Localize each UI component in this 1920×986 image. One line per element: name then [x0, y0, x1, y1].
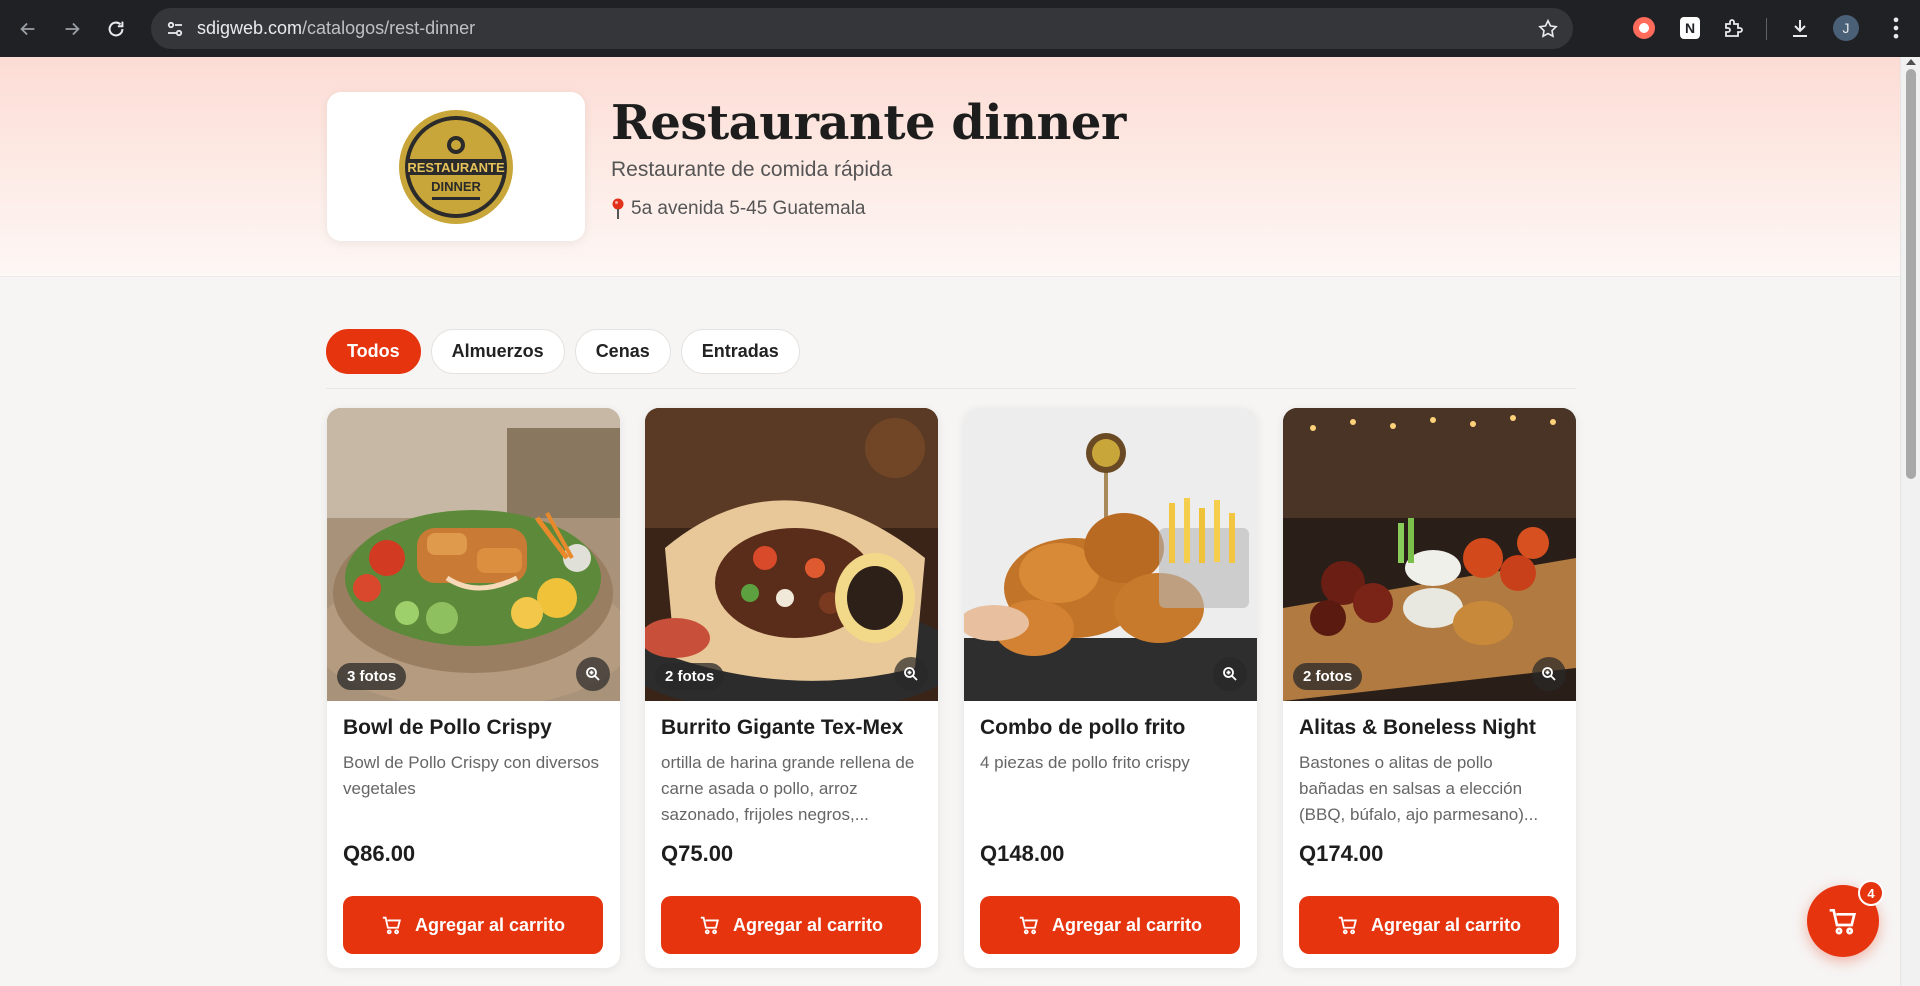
- add-to-cart-label: Agregar al carrito: [414, 914, 566, 935]
- product-title: Alitas & Boneless Night: [1299, 716, 1536, 739]
- add-to-cart-button[interactable]: Agregar al carrito: [343, 896, 603, 954]
- scroll-up-arrow[interactable]: [1906, 59, 1916, 65]
- product-card: Combo de pollo frito 4 piezas de pollo f…: [964, 408, 1257, 968]
- tab-todos[interactable]: Todos: [326, 329, 421, 374]
- url-text: sdigweb.com/catalogos/rest-dinner: [197, 18, 476, 38]
- product-description: 4 piezas de pollo frito crispy: [980, 753, 1190, 772]
- zoom-icon[interactable]: [576, 657, 610, 691]
- product-photo: [964, 408, 1257, 701]
- tab-cenas[interactable]: Cenas: [574, 329, 671, 374]
- photo-count-badge: 2 fotos: [1293, 663, 1363, 690]
- tab-entradas[interactable]: Entradas: [680, 329, 800, 374]
- profile-avatar[interactable]: J: [1833, 15, 1859, 41]
- product-photo: [1283, 408, 1576, 701]
- product-description: Bastones o alitas de pollo bañadas en sa…: [1299, 753, 1539, 824]
- product-description: Bowl de Pollo Crispy con diversos vegeta…: [343, 753, 600, 798]
- svg-text:RESTAURANTE: RESTAURANTE: [407, 160, 505, 175]
- photo-count-badge: 3 fotos: [337, 663, 407, 690]
- page-scrollbar[interactable]: [1900, 57, 1920, 986]
- scrollbar-thumb[interactable]: [1906, 69, 1916, 479]
- store-address: 5a avenida 5-45 Guatemala: [611, 198, 866, 220]
- browser-toolbar: sdigweb.com/catalogos/rest-dinner N J: [0, 0, 1920, 57]
- product-price: Q75.00: [661, 841, 734, 866]
- download-icon[interactable]: [1786, 14, 1814, 42]
- product-photo: [327, 408, 620, 701]
- product-photo: [645, 408, 938, 701]
- product-image[interactable]: [964, 408, 1257, 701]
- product-card: 3 fotos Bowl de Pollo Crispy Bowl de Pol…: [327, 408, 620, 968]
- category-tabs: Todos Almuerzos Cenas Entradas: [326, 329, 800, 374]
- product-title: Bowl de Pollo Crispy: [343, 716, 552, 739]
- product-title: Combo de pollo frito: [980, 716, 1186, 739]
- back-icon[interactable]: [6, 7, 50, 51]
- store-name: Restaurante dinner: [611, 95, 1126, 151]
- zoom-icon[interactable]: [1532, 657, 1566, 691]
- add-to-cart-button[interactable]: Agregar al carrito: [661, 896, 921, 954]
- add-to-cart-label: Agregar al carrito: [1051, 914, 1203, 935]
- pin-icon: [612, 198, 624, 219]
- product-price: Q86.00: [343, 841, 416, 866]
- store-header: RESTAURANTE DINNER Restaurante dinner Re…: [0, 57, 1900, 277]
- address-bar[interactable]: sdigweb.com/catalogos/rest-dinner: [151, 8, 1573, 49]
- extensions-puzzle-icon[interactable]: [1720, 14, 1748, 42]
- cart-icon: [700, 916, 719, 935]
- product-title: Burrito Gigante Tex-Mex: [661, 716, 904, 739]
- star-icon[interactable]: [1537, 18, 1559, 40]
- tabs-divider: [326, 388, 1576, 389]
- tab-almuerzos[interactable]: Almuerzos: [430, 329, 565, 374]
- menu-icon[interactable]: [1882, 14, 1910, 42]
- extension-n-icon[interactable]: N: [1676, 14, 1704, 42]
- product-price: Q148.00: [980, 841, 1065, 866]
- add-to-cart-button[interactable]: Agregar al carrito: [980, 896, 1240, 954]
- store-address-text: 5a avenida 5-45 Guatemala: [631, 198, 866, 219]
- svg-text:DINNER: DINNER: [431, 179, 481, 194]
- cart-icon: [1338, 916, 1357, 935]
- store-logo-card: RESTAURANTE DINNER: [327, 92, 585, 241]
- store-logo: RESTAURANTE DINNER: [399, 109, 513, 224]
- extension-record-icon[interactable]: [1630, 14, 1658, 42]
- product-image[interactable]: 2 fotos: [1283, 408, 1576, 701]
- store-subtitle: Restaurante de comida rápida: [611, 158, 893, 181]
- forward-icon[interactable]: [50, 7, 94, 51]
- reload-icon[interactable]: [94, 7, 138, 51]
- product-card: 2 fotos Alitas & Boneless Night Bastones…: [1283, 408, 1576, 968]
- toolbar-separator: [1766, 18, 1767, 40]
- product-price: Q174.00: [1299, 841, 1384, 866]
- cart-icon: [382, 916, 401, 935]
- cart-icon: [1019, 916, 1038, 935]
- photo-count-badge: 2 fotos: [655, 663, 725, 690]
- zoom-icon[interactable]: [1213, 657, 1247, 691]
- add-to-cart-button[interactable]: Agregar al carrito: [1299, 896, 1559, 954]
- product-image[interactable]: 3 fotos: [327, 408, 620, 701]
- product-description: ortilla de harina grande rellena de carn…: [661, 753, 915, 824]
- cart-icon: [1829, 909, 1857, 935]
- catalog-page: RESTAURANTE DINNER Restaurante dinner Re…: [0, 57, 1900, 986]
- cart-count-badge: 4: [1858, 880, 1884, 906]
- zoom-icon[interactable]: [894, 657, 928, 691]
- product-image[interactable]: 2 fotos: [645, 408, 938, 701]
- product-card: 2 fotos Burrito Gigante Tex-Mex ortilla …: [645, 408, 938, 968]
- add-to-cart-label: Agregar al carrito: [1370, 914, 1522, 935]
- site-info-icon[interactable]: [165, 19, 185, 39]
- add-to-cart-label: Agregar al carrito: [732, 914, 884, 935]
